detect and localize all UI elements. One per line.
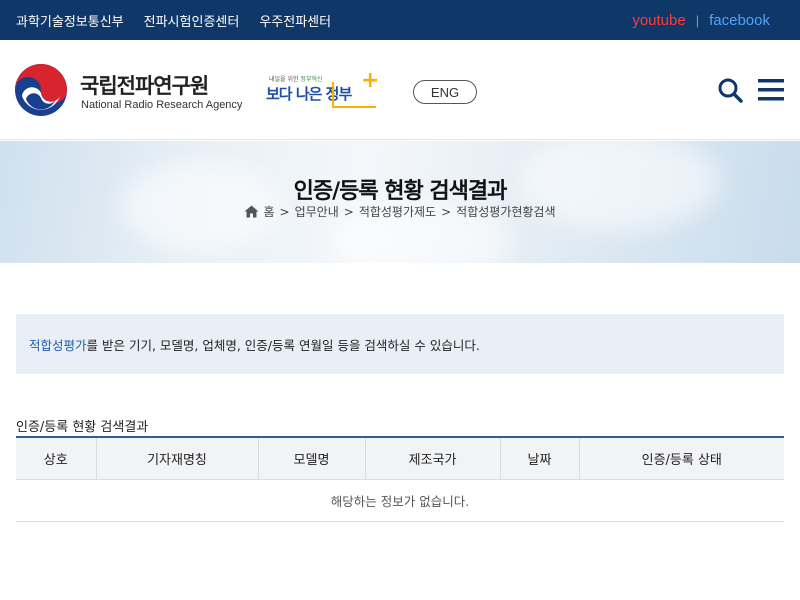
page-title-banner: 인증/등록 현황 검색결과 홈 > 업무안내 > 적합성평가제도 > 적합성평가… (0, 141, 800, 263)
top-bar: 과학기술정보통신부 전파시험인증센터 우주전파센터 youtube | face… (0, 0, 800, 40)
column-header-manufacturing-country: 제조국가 (364, 437, 500, 480)
column-header-model-name: 모델명 (257, 437, 365, 480)
breadcrumb: 홈 > 업무안내 > 적합성평가제도 > 적합성평가현황검색 (0, 203, 800, 220)
link-space-radio-center[interactable]: 우주전파센터 (259, 11, 331, 30)
breadcrumb-item-conformity-system[interactable]: 적합성평가제도 (359, 203, 436, 220)
slogan-small-text: 내일을 위한 정부혁신 (269, 76, 323, 83)
facebook-link[interactable]: facebook (709, 12, 770, 29)
notice-highlight: 적합성평가 (29, 337, 87, 353)
org-name-korean[interactable]: 국립전파연구원 (80, 70, 209, 100)
link-msit[interactable]: 과학기술정보통신부 (16, 11, 124, 30)
results-section-title: 인증/등록 현황 검색결과 (16, 420, 149, 435)
breadcrumb-item-home[interactable]: 홈 (263, 203, 274, 220)
breadcrumb-separator: > (279, 204, 290, 219)
breadcrumb-item-conformity-search[interactable]: 적합성평가현황검색 (456, 203, 555, 220)
notice-text: 를 받은 기기, 모델명, 업체명, 인증/등록 연월일 등을 검색하실 수 있… (86, 337, 480, 353)
table-row: 해당하는 정보가 없습니다. (16, 479, 784, 522)
social-links: youtube | facebook (632, 0, 770, 40)
breadcrumb-separator: > (343, 204, 354, 219)
breadcrumb-separator: > (441, 204, 452, 219)
column-header-certification-status: 인증/등록 상태 (578, 437, 784, 480)
social-divider: | (695, 12, 700, 28)
column-header-equipment-name: 기자재명칭 (95, 437, 258, 480)
hamburger-menu-icon[interactable] (758, 78, 784, 102)
breadcrumb-item-work-guide[interactable]: 업무안내 (295, 203, 339, 220)
home-icon[interactable] (244, 205, 259, 218)
table-header-row: 상호 기자재명칭 모델명 제조국가 날짜 인증/등록 상태 (16, 437, 784, 480)
link-rra-test-center[interactable]: 전파시험인증센터 (144, 11, 240, 30)
search-icon[interactable] (716, 76, 744, 104)
org-name-english: National Radio Research Agency (81, 99, 243, 111)
site-header: 국립전파연구원 National Radio Research Agency 내… (0, 40, 800, 140)
family-site-links: 과학기술정보통신부 전파시험인증센터 우주전파센터 (16, 0, 331, 40)
government-slogan-logo: 내일을 위한 정부혁신 보다 나은 정부 + (266, 68, 384, 112)
english-site-button[interactable]: ENG (413, 80, 477, 104)
results-table: 상호 기자재명칭 모델명 제조국가 날짜 인증/등록 상태 해당하는 정보가 없… (16, 436, 784, 522)
government-taegeuk-logo-icon[interactable] (14, 63, 68, 117)
page-title: 인증/등록 현황 검색결과 (293, 179, 508, 204)
column-header-date: 날짜 (499, 437, 579, 480)
slogan-plus-icon: + (361, 68, 380, 93)
youtube-link[interactable]: youtube (632, 12, 685, 29)
search-notice-box: 적합성평가 를 받은 기기, 모델명, 업체명, 인증/등록 연월일 등을 검색하… (16, 314, 784, 374)
column-header-company: 상호 (16, 437, 96, 480)
empty-result-message: 해당하는 정보가 없습니다. (16, 479, 784, 522)
